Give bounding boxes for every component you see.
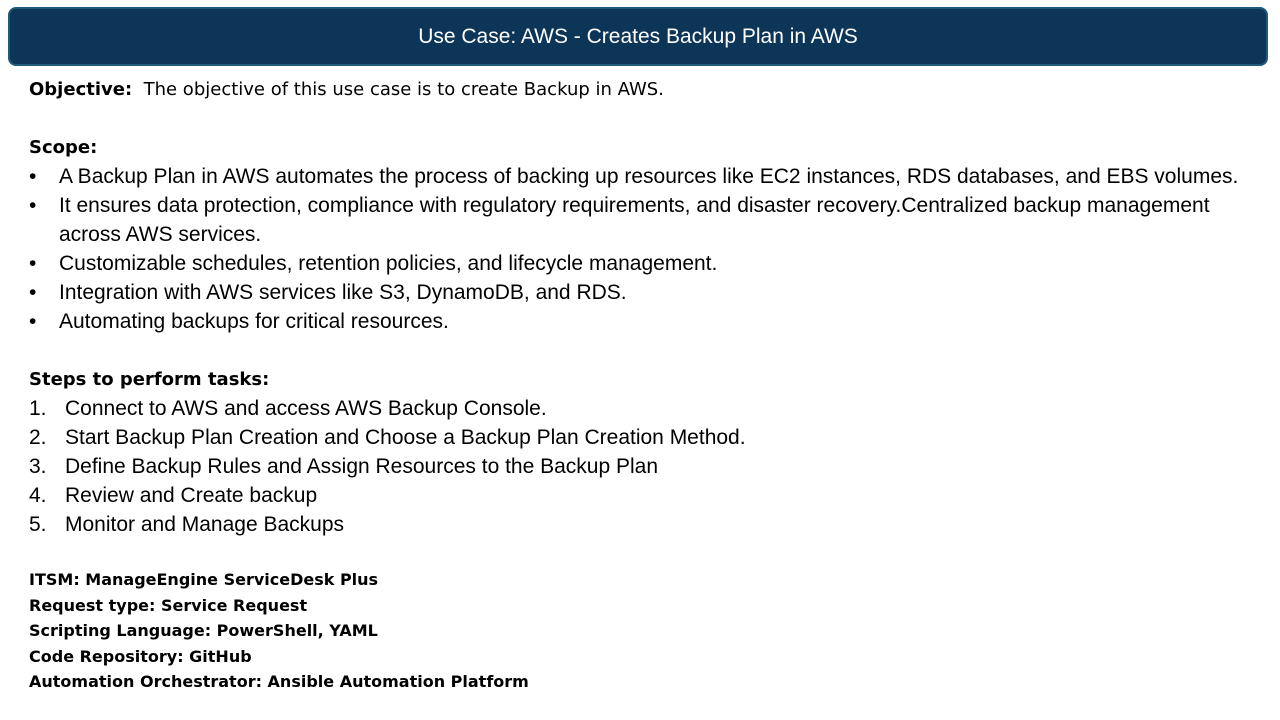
meta-info: ITSM: ManageEngine ServiceDesk Plus Requ… — [29, 567, 1259, 695]
meta-scripting-language: Scripting Language: PowerShell, YAML — [29, 621, 378, 640]
list-item: 4. Review and Create backup — [29, 484, 318, 507]
steps-list: 1. Connect to AWS and access AWS Backup C… — [29, 394, 1259, 539]
meta-code-repository: Code Repository: GitHub — [29, 646, 252, 666]
list-item: 5. Monitor and Manage Backups — [29, 513, 344, 536]
list-item: 3. Define Backup Rules and Assign Resourc… — [29, 455, 659, 478]
list-item: Customizable schedules, retention polici… — [29, 249, 1259, 278]
scope-list: A Backup Plan in AWS automates the proce… — [29, 162, 1259, 336]
scope-heading: Scope: — [29, 137, 98, 158]
list-item: 1. Connect to AWS and access AWS Backup C… — [29, 397, 547, 420]
title-banner: Use Case: AWS - Creates Backup Plan in A… — [8, 7, 1268, 66]
objective: Objective: The objective of this use cas… — [29, 79, 664, 100]
list-item: Integration with AWS services like S3, D… — [29, 278, 1259, 307]
content: Objective: The objective of this use cas… — [29, 76, 1259, 695]
steps-heading: Steps to perform tasks: — [29, 369, 270, 390]
meta-request-type: Request type: Service Request — [29, 595, 308, 615]
meta-itsm: ITSM: ManageEngine ServiceDesk Plus — [29, 570, 379, 589]
meta-orchestrator: Automation Orchestrator: Ansible Automat… — [29, 672, 529, 691]
list-item: 2. Start Backup Plan Creation and Choose … — [29, 426, 746, 449]
page-title: Use Case: AWS - Creates Backup Plan in A… — [418, 24, 858, 48]
list-item: Automating backups for critical resource… — [29, 307, 1259, 336]
list-item: It ensures data protection, compliance w… — [29, 191, 1259, 249]
list-item: A Backup Plan in AWS automates the proce… — [29, 162, 1259, 191]
